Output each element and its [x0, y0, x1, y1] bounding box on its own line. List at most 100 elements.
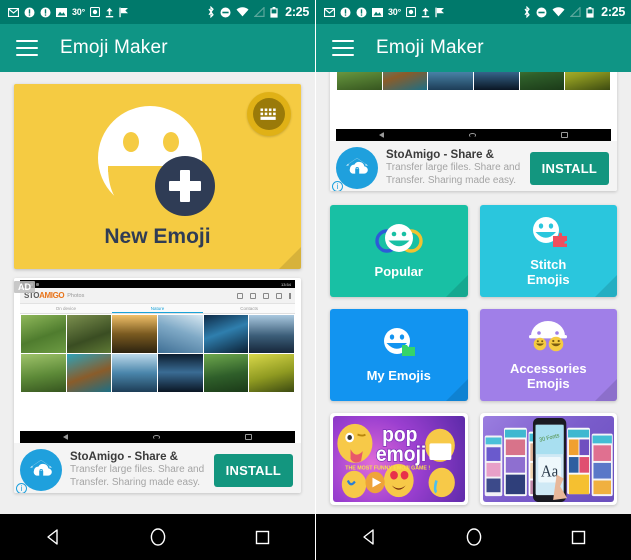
- keyboard-badge-button[interactable]: [247, 92, 291, 136]
- ad-icon-wrapper: i: [332, 147, 378, 191]
- tile-my-emojis[interactable]: My Emojis: [330, 309, 468, 401]
- info-circle-icon: [340, 7, 351, 18]
- promo-pop-emoji[interactable]: pop emoji THE MOST FUNNY EMOJI GAME !: [330, 413, 468, 505]
- signal-off-icon: [570, 7, 581, 17]
- tile-popular[interactable]: Popular: [330, 205, 468, 297]
- recents-button[interactable]: [240, 514, 286, 560]
- svg-text:THE MOST FUNNY EMOJI GAME !: THE MOST FUNNY EMOJI GAME !: [345, 466, 430, 472]
- tile-accessories-emojis[interactable]: Accessories Emojis: [479, 309, 617, 401]
- back-button[interactable]: [30, 514, 76, 560]
- hamburger-menu-icon[interactable]: [16, 40, 38, 56]
- clock: 2:25: [601, 5, 625, 19]
- tile-label-accessories-emojis: Accessories Emojis: [509, 360, 587, 391]
- tablet-status-bar: 13:54: [20, 280, 295, 288]
- card-corner-fold: [279, 247, 301, 269]
- tile-stitch-emojis[interactable]: Stitch Emojis: [479, 205, 617, 297]
- tablet-app-bar: STOAMIGO Photos: [20, 288, 295, 304]
- stoamigo-photos-label: Photos: [67, 292, 85, 299]
- status-bar-right-right-icons: 2:25: [523, 5, 625, 19]
- gmail-icon: [324, 7, 335, 17]
- recents-button[interactable]: [556, 514, 602, 560]
- ad-text-block: StoAmigo - Share & Transfer large files.…: [386, 149, 522, 187]
- popular-faces-icon: [374, 223, 424, 260]
- gmail-icon: [8, 7, 19, 17]
- svg-text:Aa: Aa: [540, 463, 557, 481]
- pop-emoji-artwork: pop emoji THE MOST FUNNY EMOJI GAME !: [333, 416, 465, 502]
- clock: 2:25: [285, 5, 309, 19]
- tablet-nav-bar: [20, 431, 295, 443]
- promo-font-keyboard[interactable]: 30 Fonts Aa: [479, 413, 617, 505]
- tablet-toolbar-icons: [237, 292, 291, 299]
- hamburger-menu-icon[interactable]: [332, 40, 354, 56]
- home-button[interactable]: [135, 514, 181, 560]
- new-emoji-label: New Emoji: [104, 225, 211, 248]
- info-circle-icon-2: [40, 7, 51, 18]
- page-title: Emoji Maker: [60, 37, 168, 58]
- info-circle-icon: [24, 7, 35, 18]
- tile-row-promos: pop emoji THE MOST FUNNY EMOJI GAME ! 30…: [330, 413, 617, 505]
- tablet-home-icon: [468, 133, 476, 137]
- cloud-lock-icon: [336, 147, 378, 189]
- system-nav-bar: [0, 514, 315, 560]
- tablet-tab-contacts: Contacts: [240, 306, 259, 311]
- advertisement-card[interactable]: 13:54 STOAMIGO Photos On device Nature C…: [330, 72, 617, 191]
- ad-body: i StoAmigo - Share & Transfer large file…: [330, 141, 617, 191]
- stitch-puzzle-icon: [526, 216, 570, 253]
- flag-icon: [435, 7, 445, 18]
- upload-icon: [421, 7, 430, 18]
- tablet-recents-icon: [245, 434, 253, 440]
- tablet-tabs: On device Nature Contacts: [20, 304, 295, 314]
- cast-icon: [263, 292, 269, 299]
- status-bar: 30° 2:25: [0, 0, 315, 24]
- ad-install-button[interactable]: INSTALL: [529, 151, 609, 185]
- battery-icon: [586, 6, 594, 18]
- overflow-icon: [289, 292, 291, 299]
- camera-icon: [406, 7, 417, 17]
- ad-description-line-1: Transfer large files. Share and: [386, 162, 521, 173]
- tablet-nav-bar: [336, 129, 611, 141]
- signal-off-icon: [254, 7, 265, 17]
- category-tile-grid: Popular Stitch Emojis My Emojis Accessor…: [330, 205, 617, 514]
- list-icon: [250, 292, 256, 299]
- tile-corner-fold: [595, 379, 617, 401]
- smiley-plus-icon: [97, 106, 215, 216]
- tile-corner-fold: [445, 275, 468, 297]
- camera-icon: [90, 7, 101, 17]
- new-emoji-card[interactable]: New Emoji: [14, 84, 301, 269]
- info-circle-icon-2: [356, 7, 367, 18]
- tile-corner-fold: [595, 275, 617, 297]
- tile-row-2: My Emojis Accessories Emojis: [330, 309, 617, 401]
- ad-media-screenshot: 13:54 STOAMIGO Photos On device Nature C…: [330, 72, 617, 141]
- wifi-icon: [552, 7, 565, 17]
- tablet-back-icon: [62, 434, 68, 440]
- tile-label-popular: Popular: [374, 264, 423, 279]
- app-bar-right: Emoji Maker: [316, 24, 631, 72]
- ad-icon-wrapper: i: [16, 449, 62, 493]
- tablet-photo-grid: [20, 314, 295, 393]
- ad-install-button[interactable]: INSTALL: [213, 453, 293, 487]
- ad-info-icon[interactable]: i: [16, 483, 27, 493]
- advertisement-card[interactable]: AD 13:54 STOAMIGO Photos On device Natur…: [14, 278, 301, 493]
- right-phone-screen: 30° 2:25 Emoji Maker i StoAmigo - Share …: [315, 0, 631, 560]
- home-button[interactable]: [451, 514, 497, 560]
- tile-corner-fold: [445, 379, 468, 401]
- ad-description-line-1: Transfer large files. Share and: [70, 464, 205, 475]
- do-not-disturb-icon: [220, 7, 231, 18]
- tablet-photo-grid: [336, 72, 611, 91]
- right-content-area: 13:54 STOAMIGO Photos On device Nature C…: [316, 72, 631, 514]
- tablet-screenshot: 13:54 STOAMIGO Photos On device Nature C…: [336, 72, 611, 141]
- ad-description-line-2: Transfer. Sharing made easy.: [70, 477, 201, 488]
- ad-title: StoAmigo - Share &: [386, 149, 494, 161]
- tablet-back-icon: [378, 132, 384, 138]
- status-bar-right: 30° 2:25: [316, 0, 631, 24]
- tablet-tab-nature: Nature: [111, 304, 204, 313]
- status-bar-left-icons: 30°: [8, 7, 129, 18]
- do-not-disturb-icon: [536, 7, 547, 18]
- search-icon: [276, 292, 282, 299]
- tile-row-1: Popular Stitch Emojis: [330, 205, 617, 297]
- back-button[interactable]: [346, 514, 392, 560]
- ad-description-line-2: Transfer. Sharing made easy.: [386, 175, 517, 186]
- system-nav-bar: [316, 514, 631, 560]
- ad-info-icon[interactable]: i: [332, 181, 343, 191]
- font-keyboard-artwork: 30 Fonts Aa: [482, 416, 614, 502]
